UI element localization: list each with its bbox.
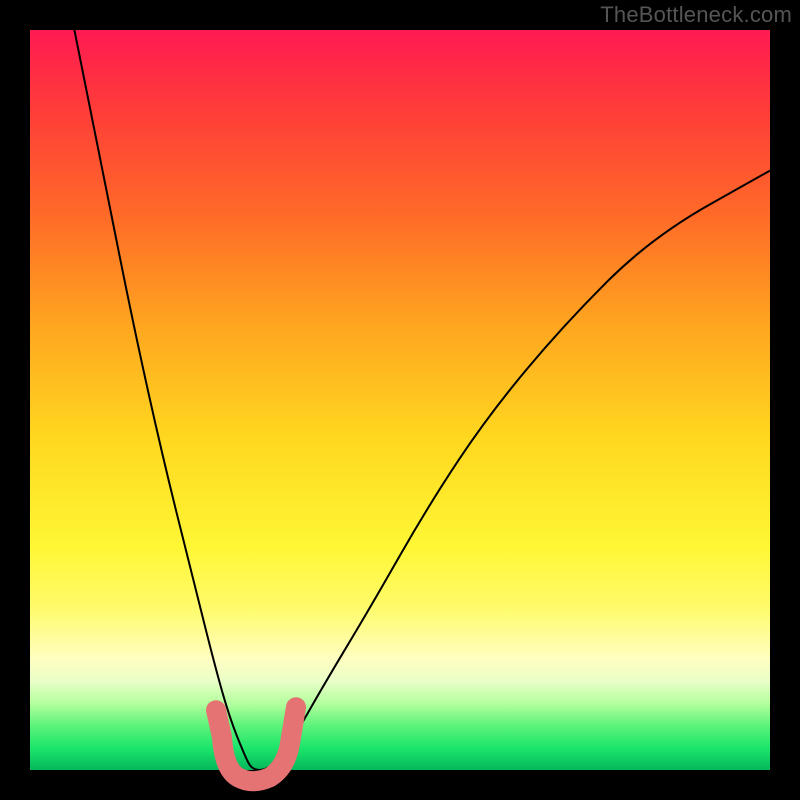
watermark-text: TheBottleneck.com bbox=[600, 2, 792, 28]
chart-svg bbox=[30, 30, 770, 770]
bottleneck-curve bbox=[74, 30, 770, 770]
